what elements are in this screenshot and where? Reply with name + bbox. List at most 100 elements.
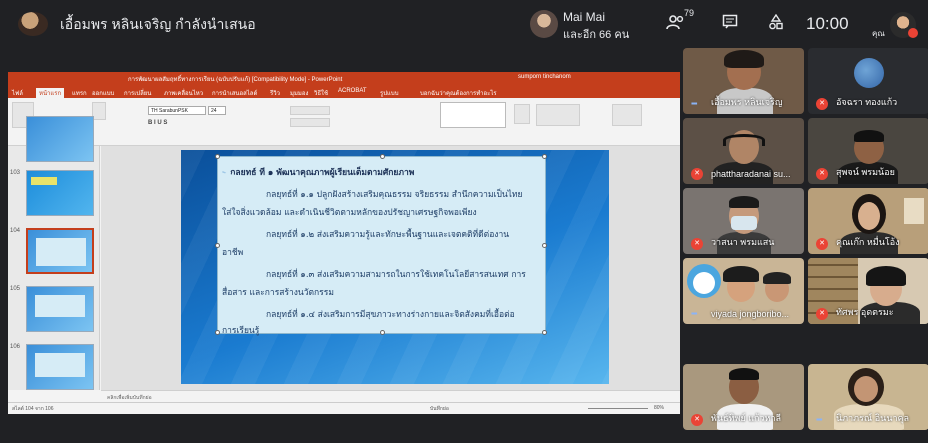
- slide-thumbnail[interactable]: [26, 116, 94, 162]
- arrange-button[interactable]: [514, 104, 530, 124]
- participant-count: 79: [684, 8, 695, 18]
- self-mic-off-icon: [908, 28, 918, 38]
- ppt-tell-me[interactable]: บอกฉันว่าคุณต้องการทำอะไร: [420, 88, 497, 98]
- participant-tile[interactable]: ✕ คุณเก๊ก หมื่นโอ้ง: [808, 188, 928, 254]
- ppt-tab-file[interactable]: ไฟล์: [12, 88, 23, 98]
- participant-tile[interactable]: ✕ phattharadanai su...: [683, 118, 804, 184]
- ppt-tab-insert[interactable]: แทรก: [72, 88, 87, 98]
- resize-handle[interactable]: [380, 154, 385, 159]
- slide-line: ใส่ใจสิ่งแวดล้อม และดำเนินชีวิตตามหลักขอ…: [222, 208, 477, 218]
- slide-number: 103: [10, 170, 21, 176]
- slide-heading: ▸ กลยุทธ์ ที่ ๑ พัฒนาคุณภาพผู้เรียนเต็มตา…: [222, 168, 415, 178]
- resize-handle[interactable]: [542, 154, 547, 159]
- participant-tile[interactable]: ✕ ทัศพร อุดตรมะ: [808, 258, 928, 324]
- slide-line: กลยุทธ์ที่ ๑.๓ ส่งเสริมความสามารถในการใช…: [266, 270, 526, 280]
- participant-name: phattharadanai su...: [711, 169, 791, 179]
- zoom-level[interactable]: 80%: [654, 405, 664, 411]
- ppt-tab-design[interactable]: ออกแบบ: [92, 88, 114, 98]
- slide-thumbnail-pane[interactable]: 103 104 105 106: [8, 116, 100, 390]
- ppt-tab-transitions[interactable]: การเปลี่ยน: [124, 88, 151, 98]
- slide-thumbnail[interactable]: [26, 344, 94, 390]
- ppt-account: sumporn tinchanom: [518, 74, 571, 80]
- chat-icon[interactable]: [718, 14, 742, 34]
- participant-name: นิภาภรณ์ อินนาคุล: [836, 413, 910, 423]
- participant-name: วาสนา พรมแสน: [711, 237, 775, 247]
- slide-line: สื่อสาร และการสร้างนวัตกรรม: [222, 288, 334, 298]
- resize-handle[interactable]: [215, 243, 220, 248]
- slide-thumbnail-current[interactable]: [26, 228, 94, 274]
- editing-group[interactable]: [612, 104, 642, 126]
- bullets-group[interactable]: [290, 118, 330, 127]
- slide-number: 106: [10, 344, 21, 350]
- user-avatar[interactable]: [530, 10, 558, 38]
- presenter-title: เอื้อมพร หลินเจริญ กำลังนำเสนอ: [60, 16, 256, 32]
- resize-handle[interactable]: [542, 243, 547, 248]
- others-count: และอีก 66 คน: [563, 29, 630, 41]
- ppt-tab-format[interactable]: รูปแบบ: [380, 88, 399, 98]
- face-mask: [731, 216, 757, 230]
- participant-tile[interactable]: ✕ อัจฉรา ทองแก้ว: [808, 48, 928, 114]
- slide-text-box[interactable]: ▸ กลยุทธ์ ที่ ๑ พัฒนาคุณภาพผู้เรียนเต็มตา…: [215, 154, 547, 336]
- notes-pane[interactable]: คลิกเพื่อเพิ่มบันทึกย่อ: [101, 390, 680, 402]
- me-label: คุณ: [872, 29, 885, 38]
- ppt-window-title: การพัฒนาผลสัมฤทธิ์ทางการเรียน (ฉบับปรับแ…: [128, 77, 343, 83]
- current-slide[interactable]: ▸ กลยุทธ์ ที่ ๑ พัฒนาคุณภาพผู้เรียนเต็มตา…: [181, 150, 609, 384]
- participant-tile[interactable]: ✕ วาสนา พรมแสน: [683, 188, 804, 254]
- speaking-indicator-icon: ▪▪▪: [816, 415, 822, 424]
- clock: 10:00: [806, 14, 849, 33]
- ppt-ribbon-tabs: ไฟล์ หน้าแรก แทรก ออกแบบ การเปลี่ยน ภาพเ…: [8, 86, 680, 98]
- slide-thumbnail[interactable]: [26, 286, 94, 332]
- slide-line: อาชีพ: [222, 248, 244, 258]
- slide-number: 105: [10, 286, 21, 292]
- participant-name: viyada jongboribo...: [711, 309, 790, 319]
- participant-name: อัจฉรา ทองแก้ว: [836, 97, 898, 107]
- resize-handle[interactable]: [215, 154, 220, 159]
- participant-name: เอื้อมพร หลินเจริญ: [711, 97, 783, 107]
- slide-line: กลยุทธ์ที่ ๑.๑ ปลูกฝังสร้างเสริมคุณธรรม …: [266, 190, 523, 200]
- ppt-tab-slideshow[interactable]: การนำเสนอสไลด์: [212, 88, 257, 98]
- shape-style-group[interactable]: [536, 104, 580, 126]
- user-name: Mai Mai: [563, 10, 606, 24]
- participant-name: พันธ์ทิพย์ แก้วหาลี: [711, 413, 782, 423]
- bold-italic-underline[interactable]: B I U S: [148, 120, 167, 126]
- new-slide-button[interactable]: [92, 102, 106, 120]
- participant-tile[interactable]: ▪▪▪ เอื้อมพร หลินเจริญ: [683, 48, 804, 114]
- mic-off-icon: ✕: [816, 308, 828, 320]
- shapes-gallery[interactable]: [440, 102, 506, 128]
- resize-handle[interactable]: [542, 330, 547, 335]
- participant-tile[interactable]: ✕ พันธ์ทิพย์ แก้วหาลี: [683, 364, 804, 430]
- notes-toggle-button[interactable]: บันทึกย่อ: [430, 405, 449, 413]
- participant-tile[interactable]: ▪▪▪ นิภาภรณ์ อินนาคุล: [808, 364, 928, 430]
- ppt-tab-animations[interactable]: ภาพเคลื่อนไหว: [164, 88, 203, 98]
- font-name-select[interactable]: TH SarabunPSK: [148, 106, 206, 115]
- slide-number: 104: [10, 228, 21, 234]
- participant-name: ทัศพร อุดตรมะ: [836, 307, 894, 317]
- ppt-tab-home[interactable]: หน้าแรก: [36, 88, 65, 98]
- mic-off-icon: ✕: [691, 414, 703, 426]
- participant-avatar: [854, 58, 884, 88]
- mic-off-icon: ✕: [691, 238, 703, 250]
- resize-handle[interactable]: [380, 330, 385, 335]
- zoom-slider[interactable]: [588, 408, 648, 409]
- ppt-tab-view[interactable]: มุมมอง: [290, 88, 308, 98]
- speaking-indicator-icon: ▪▪▪: [691, 99, 697, 108]
- ppt-tab-acrobat[interactable]: ACROBAT: [338, 88, 367, 94]
- participant-name: สุพจน์ พรมน้อย: [836, 167, 895, 177]
- participant-tile[interactable]: ✕ สุพจน์ พรมน้อย: [808, 118, 928, 184]
- activities-icon[interactable]: [764, 13, 788, 34]
- ppt-tab-help[interactable]: วิธีใช้: [314, 88, 328, 98]
- resize-handle[interactable]: [215, 330, 220, 335]
- participant-name: คุณเก๊ก หมื่นโอ้ง: [836, 237, 900, 247]
- ppt-status-bar: สไลด์ 104 จาก 106 บันทึกย่อ 80%: [8, 402, 680, 414]
- ppt-tab-review[interactable]: รีวิว: [270, 88, 280, 98]
- slide-thumbnail[interactable]: [26, 170, 94, 216]
- paragraph-align-group[interactable]: [290, 106, 330, 115]
- font-size-select[interactable]: 24: [208, 106, 226, 115]
- participant-tile[interactable]: ▪▪▪ viyada jongboribo...: [683, 258, 804, 324]
- slide-counter: สไลด์ 104 จาก 106: [12, 406, 54, 412]
- meet-top-bar: เอื้อมพร หลินเจริญ กำลังนำเสนอ Mai Mai แ…: [0, 0, 928, 48]
- ppt-title-bar: การพัฒนาผลสัมฤทธิ์ทางการเรียน (ฉบับปรับแ…: [8, 72, 680, 86]
- shared-screen-powerpoint: การพัฒนาผลสัมฤทธิ์ทางการเรียน (ฉบับปรับแ…: [8, 72, 680, 414]
- mic-off-icon: ✕: [691, 168, 703, 180]
- mic-off-icon: ✕: [816, 238, 828, 250]
